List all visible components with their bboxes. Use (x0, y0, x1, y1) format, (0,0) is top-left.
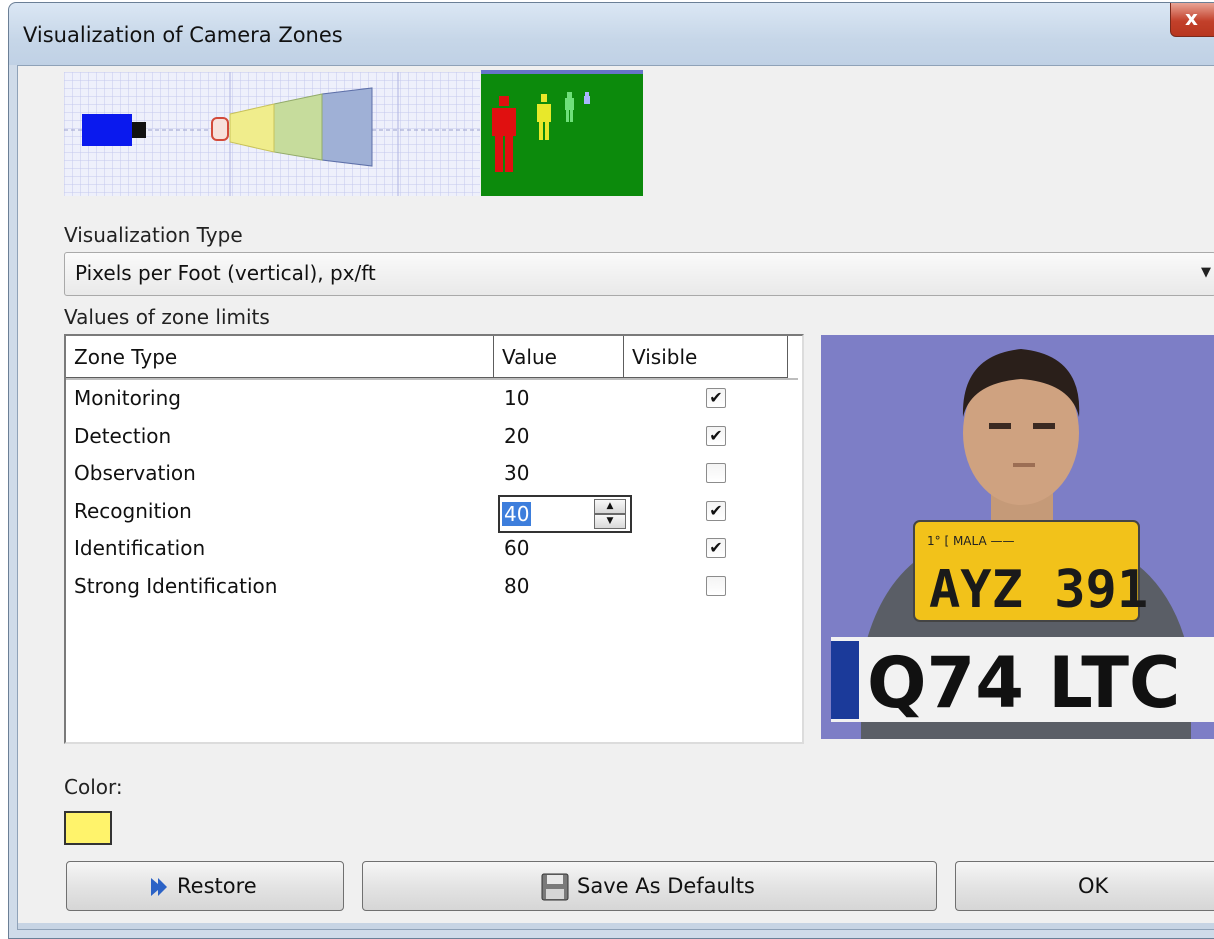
person-figure-red (492, 96, 516, 172)
bottom-border (18, 923, 1214, 929)
zone-sideview-diagram (481, 70, 643, 196)
floppy-disk-icon (541, 873, 569, 901)
restore-icon (151, 878, 167, 896)
zone-limits-table[interactable]: Zone Type Value Visible Monitoring 10 ✔ Det… (64, 334, 804, 744)
plate-front-top-text: 1° [ MALA —— (927, 534, 1015, 548)
table-row[interactable]: Detection 20 ✔ (66, 420, 798, 457)
camera-body (82, 114, 132, 146)
zone-type-cell: Recognition (74, 498, 192, 523)
visible-checkbox[interactable]: ✔ (706, 500, 726, 521)
plate-back-text: Q74 LTC (867, 642, 1180, 724)
camera-lens (132, 122, 146, 138)
zone-value-spinner[interactable]: 40 ▲ ▼ (498, 494, 632, 533)
window-title: Visualization of Camera Zones (23, 23, 343, 47)
zone-type-cell: Observation (74, 461, 196, 485)
person-figure-yellow (537, 94, 551, 140)
visualization-type-label: Visualization Type (64, 223, 243, 247)
person-figure-green (565, 92, 574, 122)
column-header-visible[interactable]: Visible (624, 336, 788, 378)
resolution-preview-image: 1° [ MALA —— AYZ 391 Q74 LTC (821, 335, 1214, 739)
zone-type-cell: Strong Identification (74, 573, 278, 598)
zone-detection (273, 93, 323, 161)
zone-topview-diagram (64, 72, 480, 196)
color-label: Color: (64, 775, 123, 799)
visible-checkbox[interactable]: ✔ (706, 388, 726, 408)
person-figure-blue (584, 92, 590, 104)
restore-button[interactable]: Restore (66, 861, 344, 911)
zone-monitoring (321, 87, 373, 167)
visualization-type-dropdown[interactable]: Pixels per Foot (vertical), px/ft ▼ (64, 252, 1214, 296)
close-icon: x (1185, 6, 1198, 30)
column-header-value[interactable]: Value (494, 336, 624, 378)
zone-type-cell: Identification (74, 536, 206, 560)
zone-value-cell[interactable]: 60 (504, 536, 529, 560)
zone-value-input[interactable]: 40 (502, 501, 532, 526)
zone-type-cell: Detection (74, 423, 172, 448)
spinner-up-icon[interactable]: ▲ (594, 498, 626, 514)
close-button[interactable]: x (1170, 3, 1214, 37)
spinner-down-icon[interactable]: ▼ (594, 513, 626, 529)
column-header-zone-type[interactable]: Zone Type (66, 336, 494, 378)
visible-checkbox[interactable] (706, 463, 726, 483)
table-row[interactable]: Identification 60 ✔ (66, 532, 798, 569)
zone-value-cell[interactable]: 30 (504, 461, 529, 485)
save-as-defaults-button[interactable]: Save As Defaults (362, 861, 937, 911)
plate-front-text: AYZ 391 (929, 560, 1148, 620)
zone-identification (211, 117, 229, 141)
zone-value-cell[interactable]: 80 (504, 574, 529, 598)
title-bar[interactable]: Visualization of Camera Zones (9, 3, 1214, 65)
table-row[interactable]: Observation 30 (66, 457, 798, 494)
zone-value-cell[interactable]: 20 (504, 424, 529, 448)
visualization-type-value: Pixels per Foot (vertical), px/ft (75, 261, 376, 285)
visible-checkbox[interactable]: ✔ (706, 425, 726, 446)
table-row[interactable]: Strong Identification 80 (66, 570, 798, 607)
zone-type-cell: Monitoring (74, 386, 181, 410)
chevron-down-icon[interactable]: ▼ (1201, 265, 1211, 280)
ok-button[interactable]: OK (955, 861, 1214, 911)
color-swatch[interactable] (64, 811, 112, 845)
zone-value-cell[interactable]: 10 (504, 386, 529, 410)
table-row[interactable]: Recognition 40 ▲ ▼ ✔ (66, 494, 798, 533)
table-header: Zone Type Value Visible (66, 336, 798, 380)
visible-checkbox[interactable]: ✔ (706, 538, 726, 558)
visible-checkbox[interactable] (706, 575, 726, 596)
dialog-window: Visualization of Camera Zones x Visualiz… (8, 2, 1214, 939)
table-row[interactable]: Monitoring 10 ✔ (66, 382, 798, 419)
dialog-body: Visualization Type Pixels per Foot (vert… (17, 65, 1214, 930)
zone-limits-label: Values of zone limits (64, 305, 270, 329)
